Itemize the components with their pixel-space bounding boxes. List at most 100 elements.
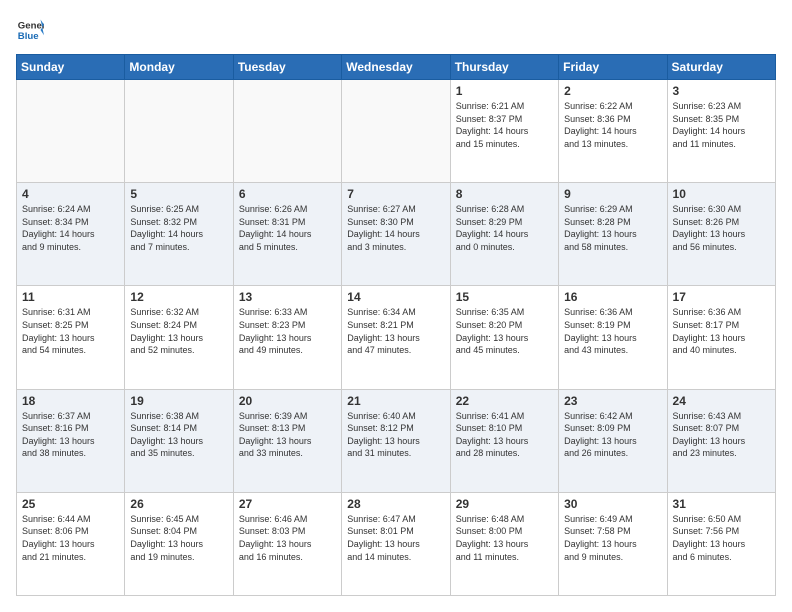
day-info: Sunrise: 6:34 AM Sunset: 8:21 PM Dayligh… — [347, 306, 444, 356]
day-number: 5 — [130, 187, 227, 201]
col-header-friday: Friday — [559, 55, 667, 80]
calendar-cell: 13 Sunrise: 6:33 AM Sunset: 8:23 PM Dayli… — [233, 286, 341, 389]
day-info: Sunrise: 6:26 AM Sunset: 8:31 PM Dayligh… — [239, 203, 336, 253]
day-number: 30 — [564, 497, 661, 511]
day-info: Sunrise: 6:23 AM Sunset: 8:35 PM Dayligh… — [673, 100, 770, 150]
calendar-cell: 22Sunrise: 6:41 AM Sunset: 8:10 PM Dayli… — [450, 389, 558, 492]
day-info: Sunrise: 6:38 AM Sunset: 8:14 PM Dayligh… — [130, 410, 227, 460]
week-row-4: 18 Sunrise: 6:37 AM Sunset: 8:16 PM Dayli… — [17, 389, 776, 492]
calendar-cell: 14 Sunrise: 6:34 AM Sunset: 8:21 PM Dayli… — [342, 286, 450, 389]
day-number: 9 — [564, 187, 661, 201]
col-header-thursday: Thursday — [450, 55, 558, 80]
day-number: 3 — [673, 84, 770, 98]
calendar-cell: 8 Sunrise: 6:28 AM Sunset: 8:29 PM Daylig… — [450, 183, 558, 286]
day-number: 4 — [22, 187, 119, 201]
day-info: Sunrise: 6:40 AM Sunset: 8:12 PM Dayligh… — [347, 410, 444, 460]
calendar-cell: 11 Sunrise: 6:31 AM Sunset: 8:25 PM Dayli… — [17, 286, 125, 389]
calendar-cell: 31 Sunrise: 6:50 AM Sunset: 7:56 PM Dayli… — [667, 492, 775, 595]
calendar-cell — [125, 80, 233, 183]
day-info: Sunrise: 6:29 AM Sunset: 8:28 PM Dayligh… — [564, 203, 661, 253]
page: General Blue SundayMondayTuesdayWednesda… — [0, 0, 792, 612]
calendar-cell: 5 Sunrise: 6:25 AM Sunset: 8:32 PM Daylig… — [125, 183, 233, 286]
calendar-cell: 18 Sunrise: 6:37 AM Sunset: 8:16 PM Dayli… — [17, 389, 125, 492]
calendar-cell: 12 Sunrise: 6:32 AM Sunset: 8:24 PM Dayli… — [125, 286, 233, 389]
week-row-5: 25Sunrise: 6:44 AM Sunset: 8:06 PM Dayli… — [17, 492, 776, 595]
day-info: Sunrise: 6:25 AM Sunset: 8:32 PM Dayligh… — [130, 203, 227, 253]
day-number: 11 — [22, 290, 119, 304]
calendar-cell: 16Sunrise: 6:36 AM Sunset: 8:19 PM Dayli… — [559, 286, 667, 389]
day-info: Sunrise: 6:33 AM Sunset: 8:23 PM Dayligh… — [239, 306, 336, 356]
col-header-saturday: Saturday — [667, 55, 775, 80]
day-number: 19 — [130, 394, 227, 408]
day-info: Sunrise: 6:30 AM Sunset: 8:26 PM Dayligh… — [673, 203, 770, 253]
day-number: 27 — [239, 497, 336, 511]
day-info: Sunrise: 6:27 AM Sunset: 8:30 PM Dayligh… — [347, 203, 444, 253]
day-info: Sunrise: 6:43 AM Sunset: 8:07 PM Dayligh… — [673, 410, 770, 460]
day-info: Sunrise: 6:42 AM Sunset: 8:09 PM Dayligh… — [564, 410, 661, 460]
day-number: 1 — [456, 84, 553, 98]
week-row-2: 4Sunrise: 6:24 AM Sunset: 8:34 PM Daylig… — [17, 183, 776, 286]
calendar-cell: 26 Sunrise: 6:45 AM Sunset: 8:04 PM Dayli… — [125, 492, 233, 595]
day-number: 18 — [22, 394, 119, 408]
calendar-cell: 3 Sunrise: 6:23 AM Sunset: 8:35 PM Daylig… — [667, 80, 775, 183]
calendar-cell: 27 Sunrise: 6:46 AM Sunset: 8:03 PM Dayli… — [233, 492, 341, 595]
col-header-tuesday: Tuesday — [233, 55, 341, 80]
calendar-cell: 1 Sunrise: 6:21 AM Sunset: 8:37 PM Daylig… — [450, 80, 558, 183]
calendar-cell: 24 Sunrise: 6:43 AM Sunset: 8:07 PM Dayli… — [667, 389, 775, 492]
calendar-cell: 9 Sunrise: 6:29 AM Sunset: 8:28 PM Daylig… — [559, 183, 667, 286]
calendar-cell: 21Sunrise: 6:40 AM Sunset: 8:12 PM Dayli… — [342, 389, 450, 492]
week-row-3: 11 Sunrise: 6:31 AM Sunset: 8:25 PM Dayli… — [17, 286, 776, 389]
day-info: Sunrise: 6:21 AM Sunset: 8:37 PM Dayligh… — [456, 100, 553, 150]
calendar-cell: 17 Sunrise: 6:36 AM Sunset: 8:17 PM Dayli… — [667, 286, 775, 389]
day-info: Sunrise: 6:36 AM Sunset: 8:17 PM Dayligh… — [673, 306, 770, 356]
day-number: 15 — [456, 290, 553, 304]
col-header-monday: Monday — [125, 55, 233, 80]
day-info: Sunrise: 6:39 AM Sunset: 8:13 PM Dayligh… — [239, 410, 336, 460]
calendar-cell: 7 Sunrise: 6:27 AM Sunset: 8:30 PM Daylig… — [342, 183, 450, 286]
day-info: Sunrise: 6:41 AM Sunset: 8:10 PM Dayligh… — [456, 410, 553, 460]
day-number: 14 — [347, 290, 444, 304]
col-header-wednesday: Wednesday — [342, 55, 450, 80]
day-info: Sunrise: 6:36 AM Sunset: 8:19 PM Dayligh… — [564, 306, 661, 356]
calendar-cell — [17, 80, 125, 183]
calendar-cell: 6Sunrise: 6:26 AM Sunset: 8:31 PM Daylig… — [233, 183, 341, 286]
day-info: Sunrise: 6:37 AM Sunset: 8:16 PM Dayligh… — [22, 410, 119, 460]
calendar-table: SundayMondayTuesdayWednesdayThursdayFrid… — [16, 54, 776, 596]
day-number: 7 — [347, 187, 444, 201]
calendar-cell: 23 Sunrise: 6:42 AM Sunset: 8:09 PM Dayli… — [559, 389, 667, 492]
calendar-cell — [342, 80, 450, 183]
day-info: Sunrise: 6:45 AM Sunset: 8:04 PM Dayligh… — [130, 513, 227, 563]
day-info: Sunrise: 6:46 AM Sunset: 8:03 PM Dayligh… — [239, 513, 336, 563]
calendar-cell: 19 Sunrise: 6:38 AM Sunset: 8:14 PM Dayli… — [125, 389, 233, 492]
week-row-1: 1 Sunrise: 6:21 AM Sunset: 8:37 PM Daylig… — [17, 80, 776, 183]
day-number: 26 — [130, 497, 227, 511]
day-number: 17 — [673, 290, 770, 304]
day-info: Sunrise: 6:49 AM Sunset: 7:58 PM Dayligh… — [564, 513, 661, 563]
calendar-cell: 29Sunrise: 6:48 AM Sunset: 8:00 PM Dayli… — [450, 492, 558, 595]
logo: General Blue — [16, 16, 48, 44]
calendar-cell: 2Sunrise: 6:22 AM Sunset: 8:36 PM Daylig… — [559, 80, 667, 183]
day-number: 24 — [673, 394, 770, 408]
day-number: 10 — [673, 187, 770, 201]
day-info: Sunrise: 6:47 AM Sunset: 8:01 PM Dayligh… — [347, 513, 444, 563]
day-info: Sunrise: 6:50 AM Sunset: 7:56 PM Dayligh… — [673, 513, 770, 563]
calendar-cell — [233, 80, 341, 183]
calendar-cell: 10 Sunrise: 6:30 AM Sunset: 8:26 PM Dayli… — [667, 183, 775, 286]
day-number: 13 — [239, 290, 336, 304]
calendar-cell: 15Sunrise: 6:35 AM Sunset: 8:20 PM Dayli… — [450, 286, 558, 389]
day-info: Sunrise: 6:31 AM Sunset: 8:25 PM Dayligh… — [22, 306, 119, 356]
col-header-sunday: Sunday — [17, 55, 125, 80]
day-info: Sunrise: 6:32 AM Sunset: 8:24 PM Dayligh… — [130, 306, 227, 356]
header-row: SundayMondayTuesdayWednesdayThursdayFrid… — [17, 55, 776, 80]
svg-text:General: General — [18, 20, 44, 31]
calendar-cell: 28Sunrise: 6:47 AM Sunset: 8:01 PM Dayli… — [342, 492, 450, 595]
day-number: 25 — [22, 497, 119, 511]
day-info: Sunrise: 6:22 AM Sunset: 8:36 PM Dayligh… — [564, 100, 661, 150]
day-number: 23 — [564, 394, 661, 408]
day-number: 29 — [456, 497, 553, 511]
day-number: 8 — [456, 187, 553, 201]
logo-icon: General Blue — [16, 16, 44, 44]
day-info: Sunrise: 6:28 AM Sunset: 8:29 PM Dayligh… — [456, 203, 553, 253]
day-number: 12 — [130, 290, 227, 304]
day-number: 31 — [673, 497, 770, 511]
